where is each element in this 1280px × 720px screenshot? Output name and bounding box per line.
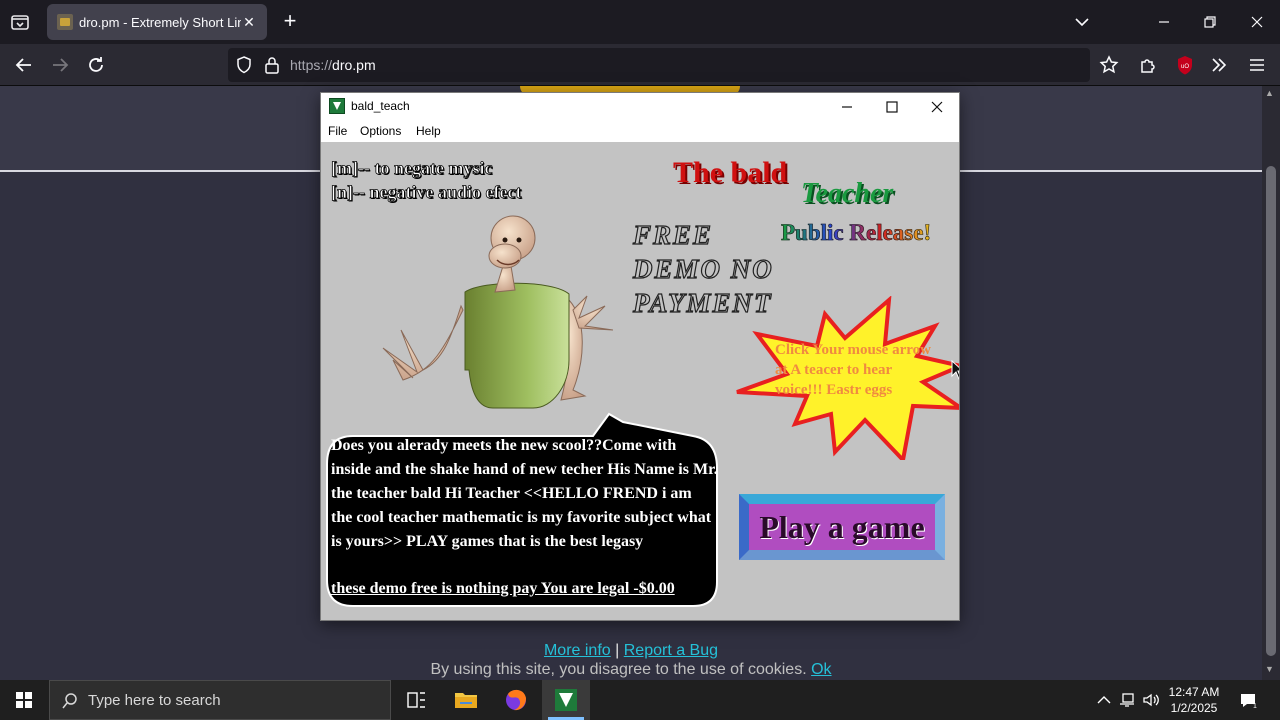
overflow-chevrons-icon[interactable] [1208,54,1230,76]
speech-line: is yours>> PLAY games that is the best l… [331,533,644,550]
restore-icon[interactable] [1200,12,1220,32]
notifications-icon[interactable]: 1 [1238,690,1258,710]
tab-list-icon[interactable] [8,10,32,34]
demo-no-label: DEMO NO [632,253,774,284]
play-button-label: Play a game [759,508,925,545]
clock-time: 12:47 AM [1168,685,1220,699]
menu-help[interactable]: Help [416,124,441,138]
tab-title: dro.pm - Extremely Short Links [79,14,241,30]
more-info-link[interactable]: More info [544,642,611,659]
reload-icon[interactable] [85,54,107,76]
speech-line: the cool teacher mathematic is my favori… [331,509,712,526]
bald-teach-window: bald_teach File Options Help [m]-- to ne… [320,92,960,621]
svg-text:1: 1 [1253,703,1257,710]
browser-tab-bar: dro.pm - Extremely Short Links ✕ + [0,0,1280,44]
tray-clock[interactable]: 12:47 AM 1/2/2025 [1162,684,1226,716]
search-placeholder: Type here to search [88,692,221,709]
taskbar-search-box[interactable]: Type here to search [49,680,391,720]
cookie-notice: By using this site, you disagree to the … [0,661,1262,679]
scroll-up-icon[interactable]: ▲ [1265,88,1274,98]
browser-nav-bar: https://dro.pm uO [0,44,1280,86]
speech-text: Does you alerady meets the new scool??Co… [331,434,719,554]
menu-file[interactable]: File [328,124,347,138]
cookie-ok-link[interactable]: Ok [811,661,831,678]
report-bug-link[interactable]: Report a Bug [624,642,718,659]
lock-icon[interactable] [262,55,282,75]
clock-date: 1/2/2025 [1170,701,1218,715]
hamburger-menu-icon[interactable] [1246,54,1268,76]
site-favicon-icon [57,14,73,30]
app-title: bald_teach [351,99,410,113]
tray-chevron-up-icon[interactable] [1094,690,1114,710]
footer-links: More info | Report a Bug [0,642,1262,660]
scroll-down-icon[interactable]: ▼ [1265,664,1274,674]
title-teacher: Teacher [801,178,894,209]
new-tab-button[interactable]: + [279,10,301,34]
minimize-icon[interactable] [1154,12,1174,32]
app-maximize-icon[interactable] [882,97,902,117]
network-icon[interactable] [1117,690,1137,710]
forward-arrow-icon[interactable] [49,54,71,76]
back-arrow-icon[interactable] [13,54,35,76]
scrollbar-thumb[interactable] [1266,166,1276,656]
play-a-game-button[interactable]: Play a game [739,494,945,560]
desktop-screen: dro.pm - Extremely Short Links ✕ + https… [0,0,1280,720]
file-explorer-icon[interactable] [442,680,490,720]
app-minimize-icon[interactable] [837,97,857,117]
windows-taskbar: Type here to search 12:47 AM 1/2/2025 1 [0,680,1280,720]
ublock-shield-icon[interactable]: uO [1174,54,1196,76]
firefox-icon[interactable] [492,680,540,720]
app-menu-bar: File Options Help [321,121,959,142]
demo-free-footer: these demo free is nothing pay You are l… [331,580,675,597]
shield-icon[interactable] [234,55,254,75]
menu-options[interactable]: Options [360,124,401,138]
hint-negative-audio: [n]-- negative audio efect [331,182,522,203]
mouse-cursor-icon [951,360,959,380]
browser-tab-active[interactable]: dro.pm - Extremely Short Links ✕ [47,4,267,40]
volume-icon[interactable] [1141,690,1161,710]
app-icon [329,98,345,114]
speech-line: Does you alerady meets the new scool??Co… [331,437,677,454]
starburst-text: Click Your mouse arrow at A teacer to he… [775,342,931,398]
url-host: dro.pm [332,57,376,73]
windows-start-icon[interactable] [0,680,48,720]
public-release-label: Public Release! [781,220,932,246]
game-canvas[interactable]: [m]-- to negate mysic [n]-- negative aud… [321,142,959,620]
task-view-icon[interactable] [392,680,440,720]
search-icon [60,691,80,711]
chevron-down-icon[interactable] [1072,12,1092,32]
tab-close-icon[interactable]: ✕ [241,14,257,31]
close-window-icon[interactable] [1247,12,1267,32]
title-the-bald: The bald [673,156,788,189]
footer-separator: | [615,642,620,659]
app-title-bar[interactable]: bald_teach [321,93,959,121]
page-scrollbar[interactable]: ▲ ▼ [1262,86,1280,680]
free-label: FREE [632,219,714,250]
app-close-icon[interactable] [927,97,947,117]
bald-teach-taskbar-icon[interactable] [542,680,590,720]
speech-line: the teacher bald Hi Teacher <<HELLO FREN… [331,485,692,502]
extensions-puzzle-icon[interactable] [1137,54,1159,76]
address-bar[interactable]: https://dro.pm [228,48,1090,82]
svg-text:uO: uO [1181,64,1189,70]
cookie-text: By using this site, you disagree to the … [430,661,807,678]
speech-line: inside and the shake hand of new techer … [331,461,718,478]
bald-teacher-character[interactable] [373,210,613,410]
bookmark-star-icon[interactable] [1098,54,1120,76]
url-text: https://dro.pm [290,57,376,73]
url-scheme: https:// [290,57,333,73]
hint-mute-music: [m]-- to negate mysic [331,158,493,179]
